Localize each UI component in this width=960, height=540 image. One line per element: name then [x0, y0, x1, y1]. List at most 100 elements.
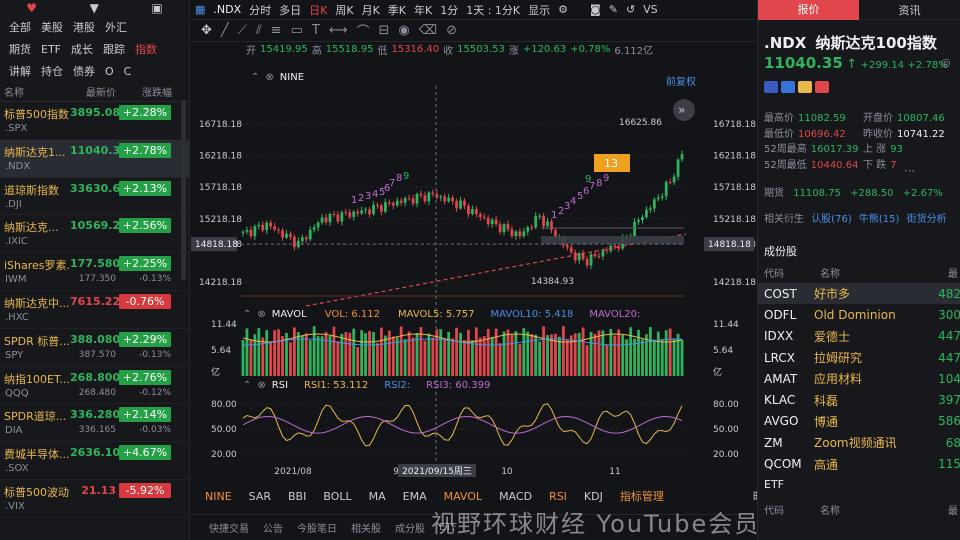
header-change[interactable]: 涨跌幅 [116, 84, 172, 99]
hide-tool-icon[interactable]: ⊘ [446, 23, 457, 38]
period-3[interactable]: 周K [331, 2, 357, 18]
period-7[interactable]: 1分 [436, 2, 462, 18]
col-code[interactable]: 代码 [764, 265, 820, 280]
period-1[interactable]: 多日 [275, 2, 305, 18]
component-row[interactable]: IDXX 爱德士 447 [758, 326, 960, 347]
tab-tabs_row2-0[interactable]: 期货 [4, 41, 36, 57]
etf-col-last[interactable]: 最 [948, 502, 958, 517]
indicator-tab-2[interactable]: BBI [288, 490, 306, 503]
watchlist-row[interactable]: SPDR道琼... DIA 336.280 336.165 +2.14% -0.03% [0, 404, 189, 443]
history-icon[interactable]: ↺ [622, 3, 639, 16]
fib-tool-icon[interactable]: ≡ [271, 23, 282, 38]
close-icon[interactable]: ⊗ [257, 309, 265, 320]
text-tool-icon[interactable]: T [312, 23, 320, 38]
channel-tool-icon[interactable]: ⫽ [256, 23, 262, 38]
cbbc-link[interactable]: 牛熊(15) [859, 214, 900, 225]
indicator-tab-7[interactable]: MACD [499, 490, 532, 503]
camera-icon[interactable]: ◙ [586, 3, 605, 16]
tab-tabs_row2-4[interactable]: 指数 [130, 41, 162, 57]
settings-icon[interactable]: ⚙ [554, 3, 572, 16]
indicator-tab-10[interactable]: 指标管理 [620, 488, 664, 504]
component-row[interactable]: AMAT 应用材料 104 [758, 368, 960, 389]
indicator-tab-0[interactable]: NINE [205, 490, 232, 503]
period-6[interactable]: 年K [410, 2, 436, 18]
tab-tabs_row3-4[interactable]: C [119, 65, 137, 78]
watchlist-row[interactable]: 费城半导体... .SOX 2636.10 +4.67% [0, 442, 189, 480]
tab-tabs_row1-3[interactable]: 外汇 [100, 19, 132, 35]
component-row[interactable]: COST 好市多 482 [758, 283, 960, 305]
watchlist-row[interactable]: 纳指100ET... QQQ 268.800 268.480 +2.76% -0.12% [0, 367, 189, 405]
gauge-icon[interactable]: ◎ [941, 56, 951, 69]
measure-tool-icon[interactable]: ⟷ [329, 23, 348, 38]
header-price[interactable]: 最新价 [70, 84, 116, 99]
indicator-tab-4[interactable]: MA [369, 490, 386, 503]
period-4[interactable]: 月K [358, 2, 384, 18]
filter-icon[interactable]: ▼ [90, 1, 99, 15]
bottom-tab-4[interactable]: 成分股 [395, 520, 425, 535]
candlestick-chart[interactable]: 16718.18 16718.18 16218.18 16218.18 15718.18… [191, 86, 756, 486]
rect-tool-icon[interactable]: ▭ [291, 23, 303, 38]
col-name[interactable]: 名称 [820, 265, 948, 280]
component-row[interactable]: AVGO 博通 586 [758, 411, 960, 432]
bottom-tab-1[interactable]: 公告 [263, 520, 283, 535]
component-row[interactable]: QCOM 高通 115 [758, 453, 960, 474]
indicator-tab-3[interactable]: BOLL [323, 490, 351, 503]
warrants-link[interactable]: 认股(76) [811, 214, 852, 225]
indicator-tab-6[interactable]: MAVOL [444, 490, 482, 503]
trash-tool-icon[interactable]: ⌫ [419, 23, 437, 38]
period-5[interactable]: 季K [384, 2, 410, 18]
watchlist-scrollbar[interactable] [181, 100, 186, 280]
watchlist-row[interactable]: 标普500波动....VIX 21.13-5.92% [0, 480, 189, 518]
etf-col-code[interactable]: 代码 [764, 502, 820, 517]
heart-icon[interactable]: ♥ [26, 1, 37, 15]
watchlist-row[interactable]: 纳斯达克中... .HXC 7615.22 -0.76% [0, 291, 189, 329]
indicator-tab-1[interactable]: SAR [249, 490, 271, 503]
tab-quote[interactable]: 报价 [758, 0, 859, 20]
bottom-tab-3[interactable]: 相关股 [351, 520, 381, 535]
component-row[interactable]: ODFL Old Dominion 300 [758, 304, 960, 325]
period-0[interactable]: 分时 [245, 2, 275, 18]
expand-icon[interactable]: ⌃ [243, 380, 251, 391]
watchlist-row[interactable]: 纳斯达克... .IXIC 10569.29 +2.56% [0, 215, 189, 254]
crosshair-tool-icon[interactable]: ✥ [201, 23, 212, 38]
expand-icon[interactable]: ⌃ [243, 309, 251, 320]
tab-tabs_row1-1[interactable]: 美股 [36, 19, 68, 35]
tab-tabs_row2-3[interactable]: 跟踪 [98, 41, 130, 57]
line-tool-icon[interactable]: ╱ [221, 23, 229, 38]
vs-button[interactable]: VS [639, 3, 662, 16]
watchlist-row[interactable]: 纳斯达克1... .NDX 11040.35 +2.78% [0, 139, 189, 178]
more-icon[interactable]: ⋯ [904, 164, 915, 177]
bottom-tab-2[interactable]: 今股笔日 [297, 520, 337, 535]
watchlist-row[interactable]: SPDR 标普... SPY 388.080 387.570 +2.29% -0.13% [0, 329, 189, 367]
tab-tabs_row2-1[interactable]: ETF [36, 43, 66, 56]
lock-tool-icon[interactable]: ⊟ [378, 23, 389, 38]
indicator-tab-9[interactable]: KDJ [584, 490, 603, 503]
watchlist-row[interactable]: 道琼斯指数 .DJI 33630.61 +2.13% [0, 178, 189, 216]
tab-tabs_row1-0[interactable]: 全部 [4, 19, 36, 35]
wallet-icon[interactable]: ▣ [151, 1, 162, 15]
etf-col-name[interactable]: 名称 [820, 502, 948, 517]
close-icon[interactable]: ⊗ [257, 380, 265, 391]
col-last[interactable]: 最 [948, 265, 958, 280]
component-row[interactable]: KLAC 科磊 397 [758, 390, 960, 411]
eye-tool-icon[interactable]: ◉ [398, 23, 409, 38]
indicator-tab-8[interactable]: RSI [549, 490, 567, 503]
bottom-tab-0[interactable]: 快捷交易 [209, 520, 249, 535]
tab-tabs_row3-0[interactable]: 讲解 [4, 63, 36, 79]
magnet-tool-icon[interactable]: ⌒ [356, 21, 369, 40]
tab-tabs_row2-2[interactable]: 成长 [66, 41, 98, 57]
grid-icon[interactable]: ▦ [191, 3, 209, 16]
tab-tabs_row3-1[interactable]: 持仓 [36, 63, 68, 79]
expand-icon[interactable]: ⌃ [251, 72, 259, 83]
indicator-tab-5[interactable]: EMA [403, 490, 427, 503]
period-9[interactable]: 显示 [524, 2, 554, 18]
tab-tabs_row3-2[interactable]: 债券 [68, 63, 100, 79]
tab-news[interactable]: 资讯 [859, 2, 960, 18]
close-icon[interactable]: ⊗ [265, 72, 273, 83]
tab-tabs_row1-2[interactable]: 港股 [68, 19, 100, 35]
period-8[interactable]: 1天 : 1分K [462, 2, 524, 18]
favorite-icon[interactable] [815, 81, 829, 93]
watchlist-row[interactable]: iShares罗素... IWM 177.580 177.350 +2.25% -0.13… [0, 253, 189, 291]
component-row[interactable]: ZM Zoom视频通讯 68 [758, 432, 960, 453]
period-2[interactable]: 日K [305, 2, 331, 18]
